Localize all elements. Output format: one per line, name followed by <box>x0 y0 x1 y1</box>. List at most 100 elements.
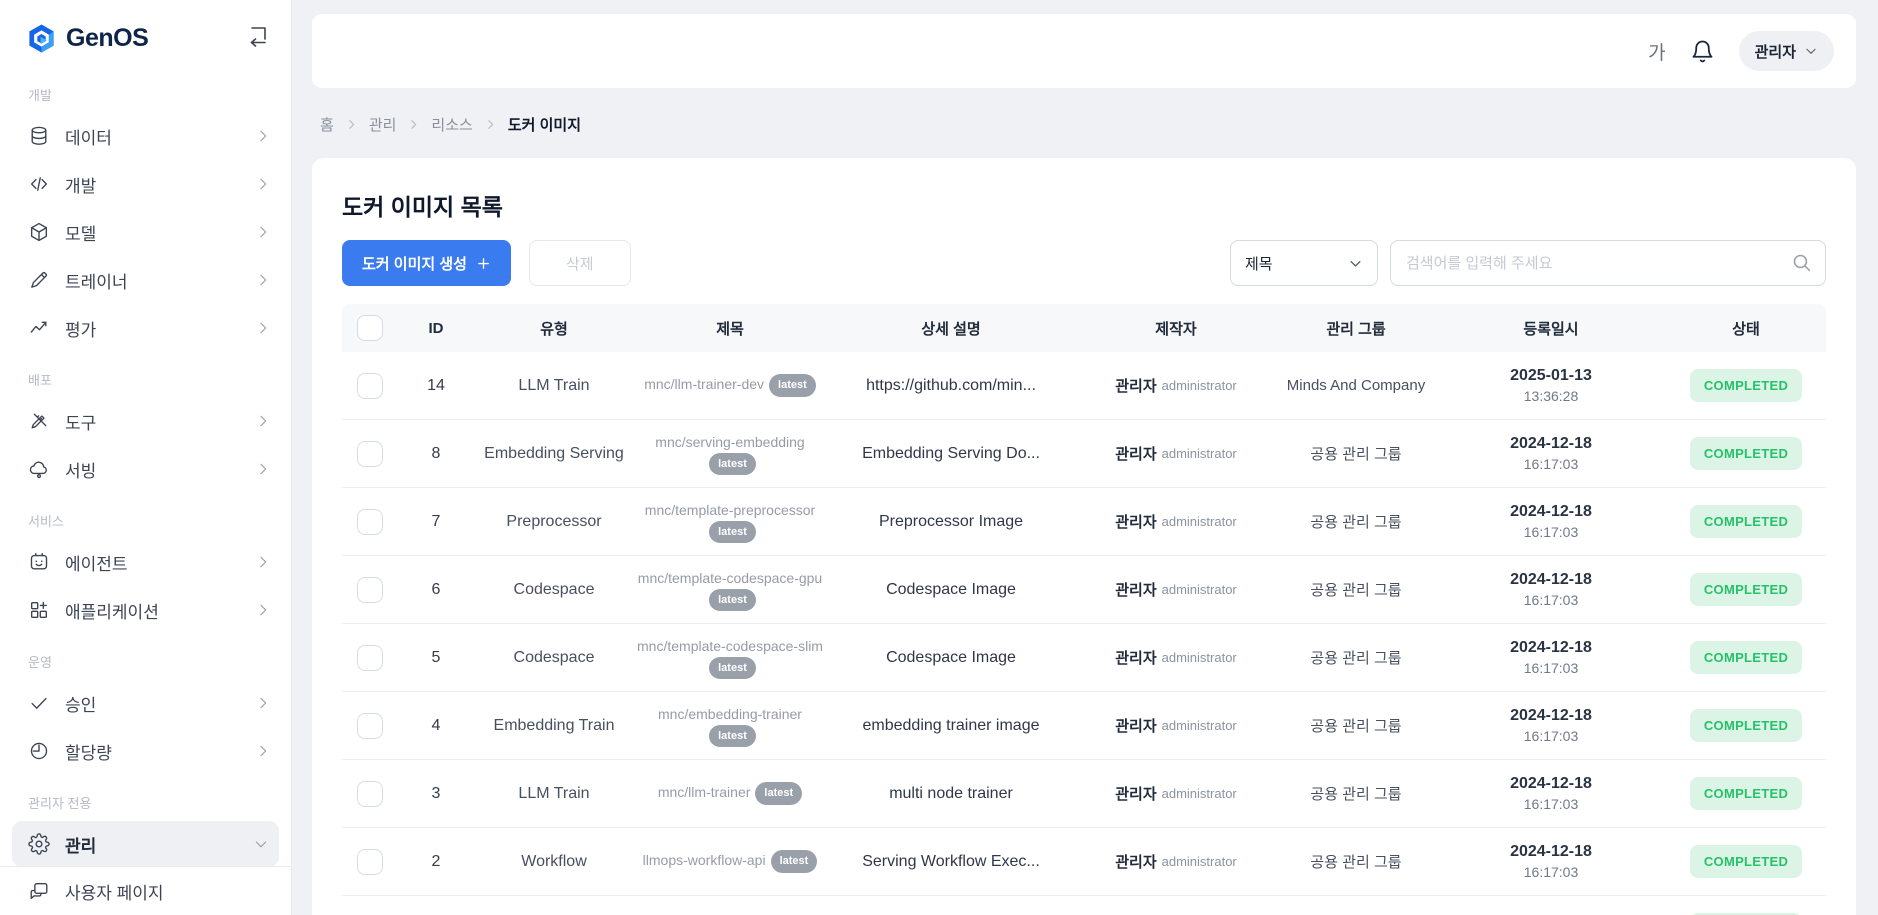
cell-id: 7 <box>398 513 474 531</box>
search-input[interactable] <box>1390 240 1826 286</box>
cell-description: Serving Workflow Exec... <box>826 853 1076 871</box>
cell-registered-at: 2024-12-18 16:17:03 <box>1436 569 1666 611</box>
breadcrumb-home[interactable]: 홈 <box>320 114 334 135</box>
sidebar-item-label: 관리 <box>65 832 96 857</box>
sidebar-item-agent[interactable]: 에이전트 <box>0 539 291 585</box>
sidebar-item-trainer[interactable]: 트레이너 <box>0 257 291 303</box>
delete-button[interactable]: 삭제 <box>529 240 631 286</box>
cell-description: https://github.com/min... <box>826 377 1076 395</box>
registered-date: 2024-12-18 <box>1510 773 1592 795</box>
table-row[interactable]: 2 Workflow llmops-workflow-apilatest Ser… <box>342 828 1826 896</box>
sidebar-item-label: 사용자 페이지 <box>65 879 164 904</box>
search-icon[interactable] <box>1791 252 1812 273</box>
language-toggle-button[interactable]: 가 <box>1648 38 1665 65</box>
status-badge: COMPLETED <box>1690 641 1802 674</box>
sidebar: GenOS 개발데이터개발모델트레이너평가배포도구서빙서비스에이전트애플리케이션… <box>0 0 292 915</box>
cell-registered-at: 2024-12-18 16:17:03 <box>1436 501 1666 543</box>
sidebar-item-quota[interactable]: 할당량 <box>0 728 291 774</box>
row-checkbox[interactable] <box>357 713 383 739</box>
sidebar-item-code[interactable]: 개발 <box>0 161 291 207</box>
column-header: 상세 설명 <box>826 318 1076 339</box>
chevron-right-icon <box>407 118 420 131</box>
table-row[interactable]: 2024-12-18 COMPLETED <box>342 896 1826 915</box>
sidebar-item-check[interactable]: 승인 <box>0 680 291 726</box>
sidebar-item-database[interactable]: 데이터 <box>0 113 291 159</box>
cell-group: 공용 관리 그룹 <box>1276 579 1436 600</box>
table-row[interactable]: 7 Preprocessor mnc/template-preprocessor… <box>342 488 1826 556</box>
registered-date: 2024-12-18 <box>1510 841 1592 863</box>
filter-area: 제목 <box>1230 240 1826 286</box>
creator-name: 관리자 <box>1115 851 1156 872</box>
status-badge: COMPLETED <box>1690 845 1802 878</box>
cell-group: Minds And Company <box>1276 377 1436 394</box>
chevron-right-icon <box>255 413 271 429</box>
sidebar-item-apps[interactable]: 애플리케이션 <box>0 587 291 633</box>
cell-id: 14 <box>398 377 474 395</box>
creator-name: 관리자 <box>1115 579 1156 600</box>
breadcrumb-admin[interactable]: 관리 <box>369 114 397 135</box>
user-page-icon <box>28 880 50 902</box>
sidebar-item-user-page[interactable]: 사용자 페이지 <box>0 867 291 915</box>
breadcrumb-resources[interactable]: 리소스 <box>431 114 472 135</box>
table-row[interactable]: 4 Embedding Train mnc/embedding-trainerl… <box>342 692 1826 760</box>
cell-status: COMPLETED <box>1666 573 1826 606</box>
sidebar-item-label: 평가 <box>65 316 96 341</box>
row-checkbox[interactable] <box>357 441 383 467</box>
user-menu-button[interactable]: 관리자 <box>1739 31 1834 71</box>
sidebar-item-tools[interactable]: 도구 <box>0 398 291 444</box>
column-header: ID <box>398 320 474 337</box>
image-title-text: mnc/llm-trainer-dev <box>644 376 764 392</box>
sidebar-item-label: 애플리케이션 <box>65 598 159 623</box>
cell-description: embedding trainer image <box>826 717 1076 735</box>
registered-date: 2024-12-18 <box>1510 433 1592 455</box>
chevron-right-icon <box>255 176 271 192</box>
table-row[interactable]: 5 Codespace mnc/template-codespace-sliml… <box>342 624 1826 692</box>
sidebar-item-chart[interactable]: 평가 <box>0 305 291 351</box>
sidebar-item-gear[interactable]: 관리 <box>12 821 279 867</box>
search-field-select[interactable]: 제목 <box>1230 240 1378 286</box>
registered-time: 13:36:28 <box>1524 387 1579 407</box>
row-checkbox[interactable] <box>357 509 383 535</box>
latest-tag-badge: latest <box>755 782 802 805</box>
cell-status: COMPLETED <box>1666 369 1826 402</box>
table-row[interactable]: 3 LLM Train mnc/llm-trainerlatest multi … <box>342 760 1826 828</box>
creator-name: 관리자 <box>1115 443 1156 464</box>
status-badge: COMPLETED <box>1690 437 1802 470</box>
table-row[interactable]: 6 Codespace mnc/template-codespace-gpula… <box>342 556 1826 624</box>
row-checkbox[interactable] <box>357 577 383 603</box>
sidebar-item-label: 승인 <box>65 691 96 716</box>
model-icon <box>28 221 50 243</box>
sidebar-item-model[interactable]: 모델 <box>0 209 291 255</box>
creator-name: 관리자 <box>1115 647 1156 668</box>
notifications-button[interactable] <box>1690 39 1715 64</box>
search-box <box>1390 240 1826 286</box>
row-checkbox[interactable] <box>357 781 383 807</box>
latest-tag-badge: latest <box>709 521 756 544</box>
image-title-text: mnc/template-codespace-gpu <box>638 570 822 586</box>
cell-title: mnc/template-codespace-gpulatest <box>634 556 826 624</box>
sidebar-item-cloud[interactable]: 서빙 <box>0 446 291 492</box>
genos-logo-icon <box>26 23 57 54</box>
cell-status: COMPLETED <box>1666 505 1826 538</box>
table-row[interactable]: 8 Embedding Serving mnc/serving-embeddin… <box>342 420 1826 488</box>
row-checkbox-cell <box>342 645 398 671</box>
row-checkbox-cell <box>342 373 398 399</box>
create-docker-image-button[interactable]: 도커 이미지 생성 <box>342 240 511 286</box>
row-checkbox[interactable] <box>357 645 383 671</box>
table-row[interactable]: 14 LLM Train mnc/llm-trainer-devlatest h… <box>342 352 1826 420</box>
chevron-right-icon <box>255 461 271 477</box>
image-title-text: mnc/template-codespace-slim <box>637 638 823 654</box>
breadcrumb: 홈 관리 리소스 도커 이미지 <box>320 114 1856 134</box>
row-checkbox[interactable] <box>357 373 383 399</box>
sidebar-collapse-icon[interactable] <box>245 24 271 50</box>
chevron-down-icon <box>1348 256 1363 271</box>
cell-title: mnc/llm-trainerlatest <box>658 770 802 817</box>
creator-username: administrator <box>1162 854 1237 869</box>
select-all-checkbox[interactable] <box>357 315 383 341</box>
registered-time: 16:17:03 <box>1524 659 1579 679</box>
chevron-right-icon <box>255 743 271 759</box>
row-checkbox[interactable] <box>357 849 383 875</box>
cell-creator: 관리자 administrator <box>1076 647 1276 668</box>
creator-username: administrator <box>1162 718 1237 733</box>
cell-registered-at: 2025-01-13 13:36:28 <box>1436 365 1666 407</box>
